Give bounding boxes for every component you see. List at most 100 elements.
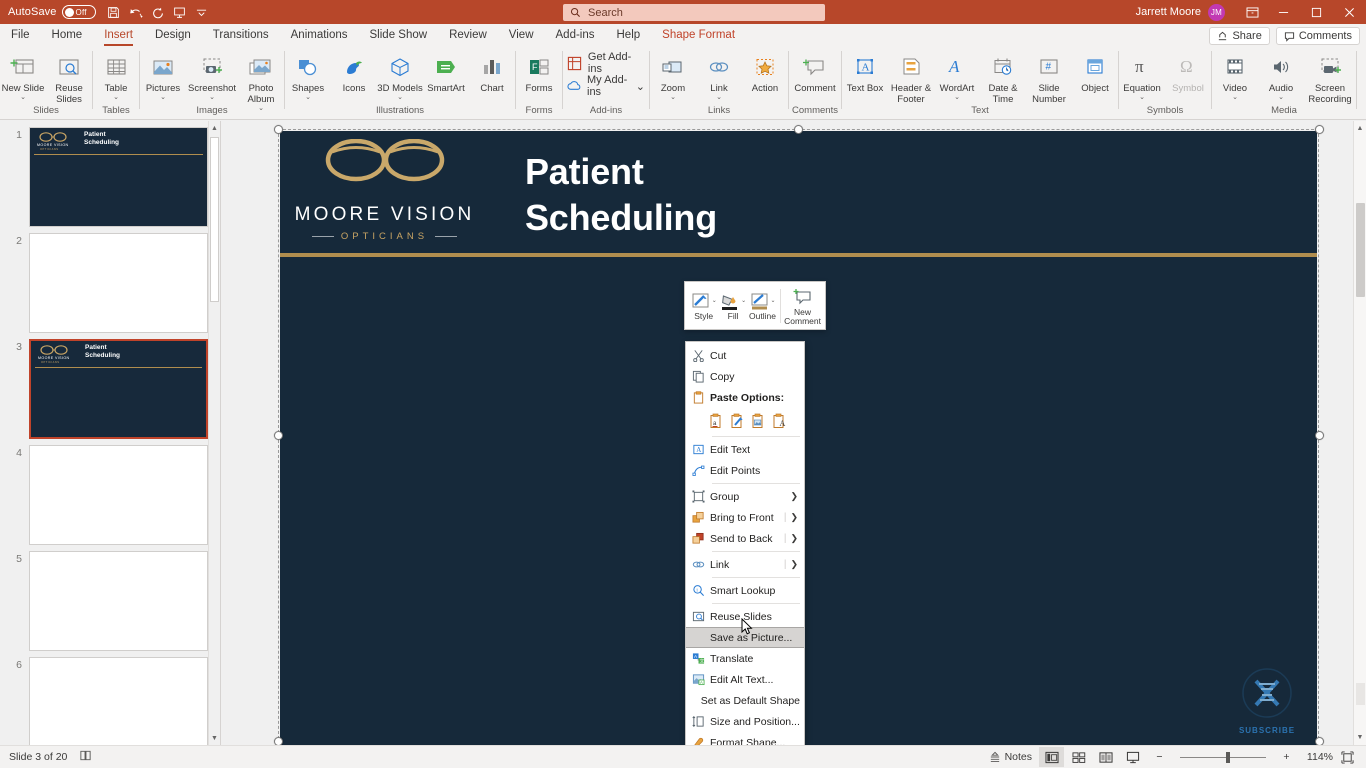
3d-models-button[interactable]: 3D Models ⌄ — [377, 50, 423, 101]
thumbnail-scrollbar[interactable]: ▲ ▼ — [208, 121, 220, 745]
undo-icon[interactable] — [125, 1, 147, 23]
share-button[interactable]: Share — [1209, 27, 1270, 45]
thumbnail-row[interactable]: 5 — [0, 545, 220, 651]
search-input[interactable]: Search — [563, 4, 825, 21]
context-menu-item-edit-alt-text[interactable]: A Edit Alt Text... — [686, 669, 804, 690]
reuse-slides-button[interactable]: Reuse Slides — [46, 50, 92, 105]
tab-transitions[interactable]: Transitions — [202, 24, 280, 47]
slide-thumbnail-4[interactable] — [29, 445, 208, 545]
context-menu-item-copy[interactable]: Copy — [686, 366, 804, 387]
slide-thumbnail-1[interactable]: MOORE VISION OPTICIANS Patient Scheduling — [29, 127, 208, 227]
my-add-ins-button[interactable]: My Add-ins ⌄ — [563, 74, 649, 98]
redo-icon[interactable] — [147, 1, 169, 23]
context-menu-item-translate[interactable]: A文 Translate — [686, 648, 804, 669]
symbol-button[interactable]: Ω Symbol — [1165, 50, 1211, 94]
slide-thumbnail-pane[interactable]: 1 MOORE VISION OPTICIANS Patient Scheduli… — [0, 121, 221, 745]
slide-thumbnail-5[interactable] — [29, 551, 208, 651]
slide-thumbnail-3[interactable]: MOORE VISION OPTICIANS Patient Scheduling — [29, 339, 208, 439]
tab-slide-show[interactable]: Slide Show — [359, 24, 439, 47]
thumbnail-row[interactable]: 1 MOORE VISION OPTICIANS Patient Scheduli… — [0, 121, 220, 227]
comments-button[interactable]: Comments — [1275, 27, 1360, 45]
screen-recording-button[interactable]: Screen Recording — [1304, 50, 1356, 105]
scroll-up-icon[interactable]: ▲ — [1354, 121, 1366, 136]
scroll-down-icon[interactable]: ▼ — [209, 731, 220, 745]
autosave-toggle[interactable]: Off — [61, 5, 96, 19]
screenshot-chevron-down-icon[interactable]: ⌄ — [209, 94, 215, 101]
video-chevron-down-icon[interactable]: ⌄ — [1232, 94, 1238, 101]
link-chevron-down-icon[interactable]: ⌄ — [716, 94, 722, 101]
fill-button[interactable]: ⌄ Fill — [718, 290, 747, 321]
scroll-up-icon[interactable]: ▲ — [209, 121, 220, 135]
audio-button[interactable]: Audio ⌄ — [1258, 50, 1304, 101]
3d-models-chevron-down-icon[interactable]: ⌄ — [397, 94, 403, 101]
notes-button[interactable]: Notes — [984, 747, 1037, 767]
reading-view-button[interactable] — [1093, 747, 1118, 767]
selection-handle-middle-right[interactable] — [1315, 431, 1324, 440]
context-menu-item-size-and-position[interactable]: Size and Position... — [686, 711, 804, 732]
outline-chevron-down-icon[interactable]: ⌄ — [771, 297, 776, 306]
mini-toolbar[interactable]: ⌄ Style ⌄ Fill ⌄ Outline New Comment — [684, 281, 826, 330]
tab-add-ins[interactable]: Add-ins — [545, 24, 606, 47]
canvas-scroll-secondary[interactable] — [1356, 683, 1365, 705]
ribbon-display-options-icon[interactable] — [1237, 0, 1267, 24]
zoom-button[interactable]: Zoom ⌄ — [650, 50, 696, 101]
tab-review[interactable]: Review — [438, 24, 498, 47]
style-chevron-down-icon[interactable]: ⌄ — [712, 297, 717, 306]
audio-chevron-down-icon[interactable]: ⌄ — [1278, 94, 1284, 101]
tab-design[interactable]: Design — [144, 24, 202, 47]
context-menu-item-group[interactable]: Group ❯ — [686, 486, 804, 507]
context-menu-item-set-as-default-shape[interactable]: Set as Default Shape — [686, 690, 804, 711]
table-button[interactable]: Table ⌄ — [93, 50, 139, 101]
context-menu-item-cut[interactable]: Cut — [686, 345, 804, 366]
maximize-restore-button[interactable] — [1300, 0, 1333, 24]
zoom-out-button[interactable]: − — [1147, 747, 1172, 767]
thumbnail-row[interactable]: 2 — [0, 227, 220, 333]
equation-button[interactable]: π Equation ⌄ — [1119, 50, 1165, 101]
thumbnail-scroll-thumb[interactable] — [210, 137, 219, 302]
paste-use-destination-theme-icon[interactable] — [729, 413, 744, 430]
text-box-button[interactable]: A Text Box — [842, 50, 888, 94]
avatar[interactable]: JM — [1208, 3, 1225, 21]
header-footer-button[interactable]: Header & Footer — [888, 50, 934, 105]
wordart-chevron-down-icon[interactable]: ⌄ — [954, 94, 960, 101]
canvas-vertical-scrollbar[interactable]: ▲ ▼ — [1353, 121, 1366, 745]
thumbnail-row[interactable]: 4 — [0, 439, 220, 545]
paste-keep-text-only-icon[interactable]: A — [771, 413, 786, 430]
close-button[interactable] — [1333, 0, 1366, 24]
wordart-button[interactable]: A WordArt ⌄ — [934, 50, 980, 101]
new-slide-chevron-down-icon[interactable]: ⌄ — [20, 94, 26, 101]
photo-album-button[interactable]: Photo Album ⌄ — [238, 50, 284, 112]
canvas-scroll-thumb[interactable] — [1356, 203, 1365, 297]
slide-thumbnail-2[interactable] — [29, 233, 208, 333]
icons-button[interactable]: Icons — [331, 50, 377, 94]
style-button[interactable]: ⌄ Style — [689, 290, 718, 321]
slide-sorter-view-button[interactable] — [1066, 747, 1091, 767]
normal-view-button[interactable] — [1039, 747, 1064, 767]
zoom-in-button[interactable]: + — [1274, 747, 1299, 767]
selection-handle-top-left[interactable] — [274, 125, 283, 134]
video-button[interactable]: Video ⌄ — [1212, 50, 1258, 101]
accessibility-icon[interactable] — [79, 749, 92, 765]
selection-handle-middle-left[interactable] — [274, 431, 283, 440]
context-menu-item-send-to-back[interactable]: Send to Back | ❯ — [686, 528, 804, 549]
tab-view[interactable]: View — [498, 24, 545, 47]
thumbnail-row[interactable]: 3 MOORE VISION OPTICIANS Patient Scheduli… — [0, 333, 220, 439]
zoom-slider-handle[interactable] — [1226, 751, 1230, 763]
context-menu-item-edit-text[interactable]: A Edit Text — [686, 439, 804, 460]
forms-button[interactable]: F Forms — [516, 50, 562, 94]
my-add-ins-chevron-down-icon[interactable]: ⌄ — [636, 80, 645, 93]
paste-picture-icon[interactable] — [750, 413, 765, 430]
zoom-chevron-down-icon[interactable]: ⌄ — [670, 94, 676, 101]
selection-handle-top-center[interactable] — [794, 125, 803, 134]
tab-home[interactable]: Home — [41, 24, 94, 47]
comment-button[interactable]: Comment — [789, 50, 841, 94]
context-menu-item-bring-to-front[interactable]: Bring to Front | ❯ — [686, 507, 804, 528]
tab-file[interactable]: File — [0, 24, 41, 47]
customize-quick-access-toolbar-icon[interactable] — [191, 1, 213, 23]
action-button[interactable]: Action — [742, 50, 788, 94]
tab-help[interactable]: Help — [606, 24, 652, 47]
slide-number-button[interactable]: # Slide Number — [1026, 50, 1072, 105]
equation-chevron-down-icon[interactable]: ⌄ — [1139, 94, 1145, 101]
thumbnail-row[interactable]: 6 — [0, 651, 220, 745]
slide-thumbnail-6[interactable] — [29, 657, 208, 745]
